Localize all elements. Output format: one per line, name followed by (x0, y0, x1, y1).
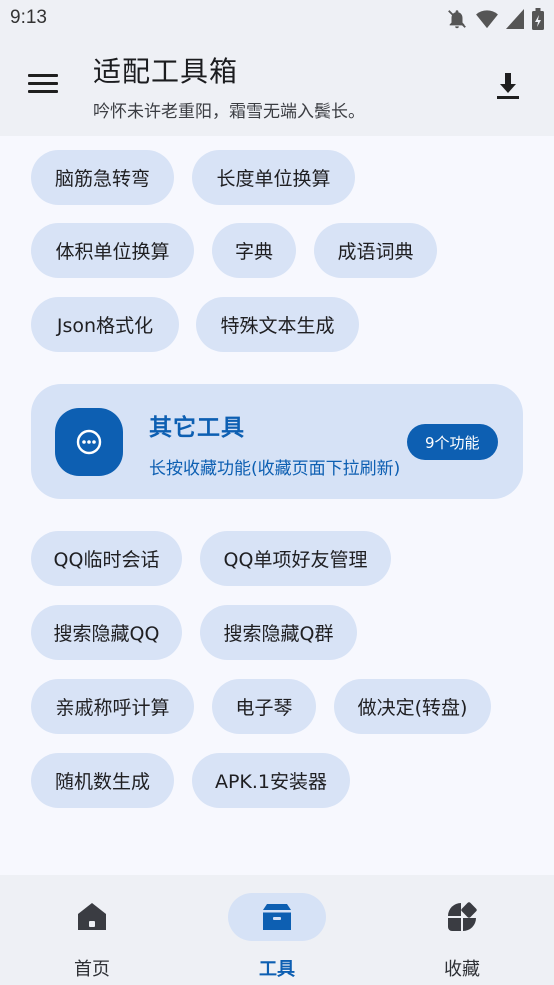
tool-chip[interactable]: 脑筋急转弯 (31, 150, 174, 205)
nav-label-home: 首页 (74, 959, 110, 980)
more-horizontal-icon (76, 429, 102, 455)
feature-count-badge: 9个功能 (407, 424, 498, 460)
tool-chip[interactable]: 长度单位换算 (192, 150, 355, 205)
battery-charging-icon (532, 8, 544, 30)
tool-chip[interactable]: Json格式化 (31, 297, 179, 352)
tool-chip[interactable]: 做决定(转盘) (334, 679, 491, 734)
nav-pill (413, 893, 511, 941)
tool-chip[interactable]: 字典 (212, 223, 296, 278)
tools-content: 脑筋急转弯 长度单位换算 体积单位换算 字典 成语词典 Json格式化 特殊文本… (0, 136, 554, 876)
group-card-other-tools[interactable]: 其它工具 长按收藏功能(收藏页面下拉刷新) 9个功能 (31, 384, 523, 499)
wifi-icon (476, 9, 498, 29)
nav-label-favorites: 收藏 (444, 959, 480, 980)
favorites-icon (448, 902, 477, 931)
nav-pill-active (228, 893, 326, 941)
bottom-navigation: 首页 工具 收藏 (0, 875, 554, 985)
nav-item-home[interactable]: 首页 (17, 875, 167, 985)
tool-chip[interactable]: 电子琴 (212, 679, 316, 734)
group-description: 长按收藏功能(收藏页面下拉刷新) (149, 459, 401, 479)
tool-chip[interactable]: 亲戚称呼计算 (31, 679, 194, 734)
status-bar: 9:13 (0, 0, 554, 38)
download-icon (497, 73, 519, 99)
toolbox-icon (263, 904, 291, 930)
tool-chip[interactable]: 搜索隐藏Q群 (200, 605, 357, 660)
nav-label-tools: 工具 (259, 959, 295, 980)
notifications-off-icon (446, 8, 468, 30)
status-time: 9:13 (10, 7, 47, 28)
tool-chip[interactable]: APK.1安装器 (192, 753, 350, 808)
status-icons (446, 8, 544, 30)
nav-item-tools[interactable]: 工具 (202, 875, 352, 985)
home-icon (78, 903, 106, 930)
group-title: 其它工具 (149, 415, 245, 441)
nav-item-favorites[interactable]: 收藏 (387, 875, 537, 985)
tool-chip[interactable]: QQ临时会话 (31, 531, 182, 586)
group-icon (55, 408, 123, 476)
download-button[interactable] (492, 70, 524, 102)
app-subtitle: 吟怀未许老重阳，霜雪无端入鬓长。 (93, 102, 365, 122)
tool-chip[interactable]: 成语词典 (314, 223, 437, 278)
tool-chip[interactable]: QQ单项好友管理 (200, 531, 391, 586)
tool-chip[interactable]: 搜索隐藏QQ (31, 605, 182, 660)
tool-chip[interactable]: 随机数生成 (31, 753, 174, 808)
menu-icon (24, 74, 62, 93)
nav-pill (43, 893, 141, 941)
tool-chip[interactable]: 特殊文本生成 (196, 297, 359, 352)
tool-chip[interactable]: 体积单位换算 (31, 223, 194, 278)
app-bar: 适配工具箱 吟怀未许老重阳，霜雪无端入鬓长。 (0, 38, 554, 136)
menu-button[interactable] (24, 68, 62, 102)
app-title: 适配工具箱 (93, 55, 239, 88)
signal-icon (506, 9, 524, 29)
